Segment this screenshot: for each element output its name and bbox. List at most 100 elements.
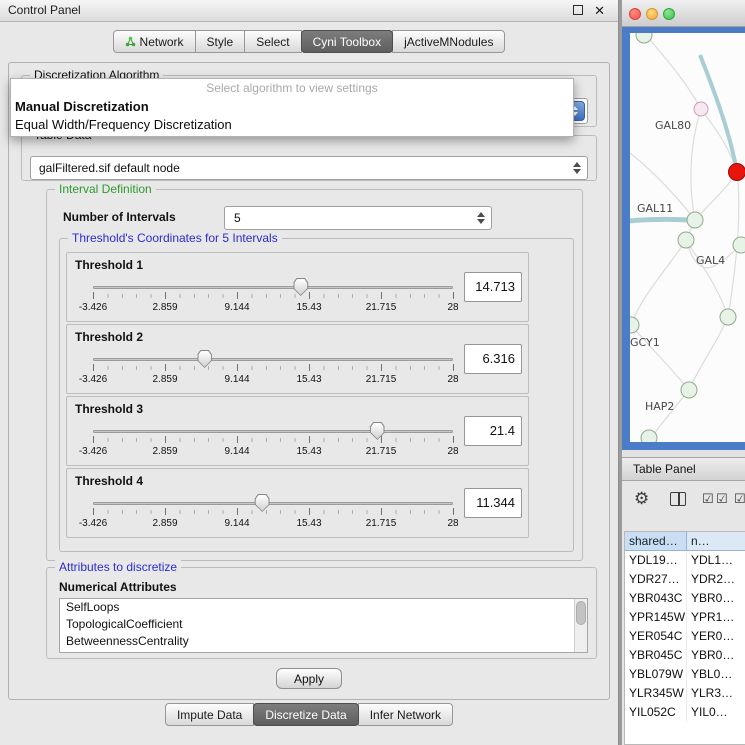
gear-icon[interactable]: ⚙ [634,489,649,509]
checkbox-icon[interactable]: ☑ [702,489,714,509]
cell-name[interactable]: YIL0… [687,703,745,722]
algorithm-dropdown-popup: Select algorithm to view settings Manual… [10,78,574,137]
network-node[interactable] [694,102,708,116]
slider-track[interactable] [93,430,453,433]
dropdown-option-manual-discretization[interactable]: Manual Discretization [11,98,573,116]
scale-label: 21.715 [366,374,397,385]
cell-shared-name[interactable]: YPR145W [625,608,687,627]
tab-impute-data[interactable]: Impute Data [165,703,254,726]
number-of-intervals-spinner[interactable]: 5 [224,206,492,230]
cell-name[interactable]: YBR0… [687,646,745,665]
cell-shared-name[interactable]: YBR043C [625,589,687,608]
threshold-value-field[interactable]: 6.316 [464,344,522,374]
slider-thumb[interactable] [293,278,308,296]
slider-thumb[interactable] [197,350,212,368]
threshold-slider[interactable]: -3.426 2.859 9.144 15.43 21.715 28 [93,277,453,319]
network-node[interactable] [630,317,639,333]
scale-label: -3.426 [79,518,107,529]
float-window-icon[interactable] [573,5,583,15]
network-view-canvas[interactable]: GAL80 GAL11 GAL4 GCY1 HAP2 [622,27,745,450]
network-window-titlebar[interactable] [622,0,745,27]
table-row[interactable]: YDR27… YDR2… [625,570,745,589]
network-node-selected-red[interactable] [729,164,745,181]
minimize-traffic-light-icon[interactable] [646,8,658,20]
table-row[interactable]: YLR345W YLR3… [625,684,745,703]
table-panel-titlebar[interactable]: Table Panel [622,457,745,481]
node-attribute-table: shared… n… YDL19… YDL1… YDR27… YDR2… [624,531,745,745]
combobox-stepper[interactable] [569,160,584,176]
table-data-combobox[interactable]: galFiltered.sif default node [30,156,588,180]
network-node[interactable] [681,382,697,398]
cell-shared-name[interactable]: YLR345W [625,684,687,703]
scale-label: 9.144 [224,518,249,529]
network-node[interactable] [678,232,694,248]
close-traffic-light-icon[interactable] [629,8,641,20]
cell-name[interactable]: YPR1… [687,608,745,627]
tab-select[interactable]: Select [244,30,301,53]
threshold-slider[interactable]: -3.426 2.859 9.144 15.43 21.715 28 [93,493,453,535]
thresholds-group-title: Threshold's Coordinates for 5 Intervals [68,231,282,245]
column-header-shared-name[interactable]: shared… [625,532,687,551]
attribute-item[interactable]: TopologicalCoefficient [60,616,587,633]
tab-jactivemodules[interactable]: jActiveMNodules [392,30,505,53]
threshold-slider[interactable]: -3.426 2.859 9.144 15.43 21.715 28 [93,421,453,463]
list-scrollbar-thumb[interactable] [576,601,586,625]
attribute-item[interactable]: SelfLoops [60,599,587,616]
table-row[interactable]: YDL19… YDL1… [625,551,745,570]
slider-tick [381,508,382,515]
attribute-item[interactable]: BetweennessCentrality [60,633,587,650]
cell-shared-name[interactable]: YIL052C [625,703,687,722]
table-body: YDL19… YDL1… YDR27… YDR2… YBR043C YBR0… [625,551,745,722]
tab-network[interactable]: Network [113,30,196,53]
cell-name[interactable]: YDR2… [687,570,745,589]
cell-shared-name[interactable]: YBR045C [625,646,687,665]
slider-thumb[interactable] [255,494,270,512]
threshold-value-field[interactable]: 14.713 [464,272,522,302]
network-graph[interactable]: GAL80 GAL11 GAL4 GCY1 HAP2 [630,33,745,442]
cell-shared-name[interactable]: YDL19… [625,551,687,570]
list-scrollbar[interactable] [574,599,587,652]
slider-tick [309,436,310,443]
cell-name[interactable]: YDL1… [687,551,745,570]
network-node[interactable] [641,430,657,442]
network-node[interactable] [733,237,745,253]
slider-thumb[interactable] [370,422,385,440]
network-node[interactable] [720,309,736,325]
cell-shared-name[interactable]: YDR27… [625,570,687,589]
columns-icon[interactable] [670,492,686,506]
dropdown-option-equal-width-frequency[interactable]: Equal Width/Frequency Discretization [11,116,573,134]
cell-shared-name[interactable]: YBL079W [625,665,687,684]
spinner-stepper[interactable] [473,210,488,226]
cell-name[interactable]: YER0… [687,627,745,646]
network-node[interactable] [636,33,652,43]
table-row[interactable]: YBR043C YBR0… [625,589,745,608]
table-row[interactable]: YBR045C YBR0… [625,646,745,665]
slider-track[interactable] [93,358,453,361]
checkbox-icon[interactable]: ☑ [716,489,728,509]
column-header-name[interactable]: n… [687,532,745,551]
cell-shared-name[interactable]: YER054C [625,627,687,646]
table-row[interactable]: YPR145W YPR1… [625,608,745,627]
cell-name[interactable]: YBR0… [687,589,745,608]
tab-style[interactable]: Style [195,30,246,53]
checkbox-icon[interactable]: ☑ [734,489,745,509]
close-icon[interactable]: ✕ [594,2,605,20]
tab-cyni-toolbox[interactable]: Cyni Toolbox [301,30,393,53]
numerical-attributes-list[interactable]: SelfLoops TopologicalCoefficient Between… [59,598,588,653]
slider-track[interactable] [93,286,453,289]
threshold-value-field[interactable]: 21.4 [464,416,522,446]
tab-discretize-data[interactable]: Discretize Data [253,703,358,726]
slider-track[interactable] [93,502,453,505]
apply-button[interactable]: Apply [276,668,342,689]
tab-infer-network[interactable]: Infer Network [358,703,453,726]
table-row[interactable]: YER054C YER0… [625,627,745,646]
cell-name[interactable]: YBL0… [687,665,745,684]
threshold-value-field[interactable]: 11.344 [464,488,522,518]
node-label-hap2: HAP2 [645,400,674,413]
table-row[interactable]: YBL079W YBL0… [625,665,745,684]
zoom-traffic-light-icon[interactable] [663,8,675,20]
cell-name[interactable]: YLR3… [687,684,745,703]
network-node[interactable] [687,212,703,228]
threshold-slider[interactable]: -3.426 2.859 9.144 15.43 21.715 28 [93,349,453,391]
table-row[interactable]: YIL052C YIL0… [625,703,745,722]
